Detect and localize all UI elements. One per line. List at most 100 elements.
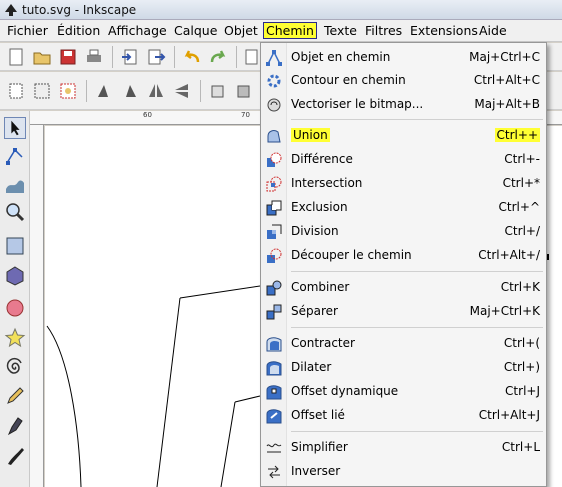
menu-item-exclusion[interactable]: Exclusion Ctrl+^ — [261, 197, 546, 219]
combine-icon — [266, 280, 282, 296]
menu-texte[interactable]: Texte — [322, 23, 359, 40]
menu-item-shortcut: Ctrl++ — [494, 128, 540, 142]
import-icon[interactable] — [120, 47, 140, 67]
menu-item-label: Intersection — [291, 176, 363, 190]
menu-aide[interactable]: Aide — [477, 23, 509, 40]
toolbar-separator — [174, 46, 175, 68]
select-all-icon[interactable] — [6, 81, 26, 101]
menu-chemin[interactable]: Chemin — [263, 22, 317, 39]
spiral-tool-icon[interactable] — [4, 357, 26, 379]
selector-tool-icon[interactable] — [4, 117, 26, 139]
menu-separator — [291, 327, 543, 328]
menu-fichier[interactable]: Fichier — [5, 23, 50, 40]
menu-item-label: Objet en chemin — [291, 50, 391, 64]
menu-item-label: Contracter — [291, 336, 355, 350]
menu-item-label: Division — [291, 224, 339, 238]
break-apart-icon — [266, 304, 282, 320]
star-tool-icon[interactable] — [4, 327, 26, 349]
title-bar: tuto.svg - Inkscape — [0, 0, 562, 20]
menu-item-division[interactable]: Division Ctrl+/ — [261, 221, 546, 243]
inkscape-logo-icon — [5, 4, 17, 16]
raise-icon[interactable] — [208, 81, 228, 101]
menu-separator — [291, 431, 543, 432]
menu-item-label: Différence — [291, 152, 353, 166]
menu-calque[interactable]: Calque — [172, 23, 219, 40]
chemin-menu: Objet en chemin Maj+Ctrl+C Contour en ch… — [260, 42, 547, 487]
select-all-layers-icon[interactable] — [32, 81, 52, 101]
save-icon[interactable] — [58, 47, 78, 67]
menu-item-shortcut: Ctrl+/ — [504, 224, 540, 238]
toolbox — [0, 111, 30, 487]
3d-box-tool-icon[interactable] — [4, 265, 26, 287]
print-icon[interactable] — [84, 47, 104, 67]
tweak-tool-icon[interactable] — [4, 173, 26, 195]
node-tool-icon[interactable] — [4, 145, 26, 167]
open-folder-icon[interactable] — [32, 47, 52, 67]
menu-item-shortcut: Maj+Ctrl+K — [469, 304, 540, 318]
ruler-mark-70: 70 — [241, 111, 250, 119]
menu-item-intersection[interactable]: Intersection Ctrl+* — [261, 173, 546, 195]
menu-item-shortcut: Ctrl+Alt+J — [478, 408, 540, 422]
vertical-ruler — [30, 125, 44, 487]
new-document-icon[interactable] — [6, 47, 26, 67]
undo-icon[interactable] — [182, 47, 202, 67]
export-icon[interactable] — [146, 47, 166, 67]
menu-extensions[interactable]: Extensions — [408, 23, 480, 40]
linked-offset-icon — [266, 409, 282, 424]
menu-item-offset-lie[interactable]: Offset lié Ctrl+Alt+J — [261, 405, 546, 427]
menu-edition[interactable]: Édition — [55, 23, 102, 40]
menu-item-label: Combiner — [291, 280, 350, 294]
division-icon — [267, 224, 282, 239]
menu-item-contracter[interactable]: Contracter Ctrl+( — [261, 333, 546, 355]
menu-item-label: Séparer — [291, 304, 338, 318]
menu-item-shortcut: Ctrl+Alt+/ — [478, 248, 540, 262]
menu-filtres[interactable]: Filtres — [363, 23, 404, 40]
menu-item-shortcut: Ctrl+* — [502, 176, 540, 190]
menu-item-shortcut: Maj+Ctrl+C — [469, 50, 540, 64]
menu-item-label: Union — [291, 128, 330, 142]
menu-item-label: Exclusion — [291, 200, 348, 214]
rectangle-tool-icon[interactable] — [4, 235, 26, 257]
menu-item-shortcut: Ctrl+- — [504, 152, 540, 166]
redo-icon[interactable] — [208, 47, 228, 67]
menu-item-shortcut: Maj+Alt+B — [474, 97, 540, 111]
menu-item-dilater[interactable]: Dilater Ctrl+) — [261, 357, 546, 379]
menu-affichage[interactable]: Affichage — [106, 23, 169, 40]
menu-item-inverser[interactable]: Inverser — [261, 461, 546, 483]
menu-item-decouper-le-chemin[interactable]: Découper le chemin Ctrl+Alt+/ — [261, 245, 546, 267]
calligraphy-tool-icon[interactable] — [4, 445, 26, 467]
menu-item-shortcut: Ctrl+( — [503, 336, 540, 350]
toolbar-separator — [112, 46, 113, 68]
menu-item-label: Offset lié — [291, 408, 345, 422]
ellipse-tool-icon[interactable] — [4, 297, 26, 319]
rotate-ccw-icon[interactable] — [94, 81, 114, 101]
menu-item-objet-en-chemin[interactable]: Objet en chemin Maj+Ctrl+C — [261, 47, 546, 69]
toolbar-separator — [86, 80, 87, 102]
flip-horizontal-icon[interactable] — [146, 81, 166, 101]
pen-tool-icon[interactable] — [4, 415, 26, 437]
simplify-icon — [266, 443, 282, 453]
lower-icon[interactable] — [234, 81, 254, 101]
menu-item-shortcut: Ctrl+K — [500, 280, 540, 294]
pencil-tool-icon[interactable] — [4, 385, 26, 407]
rotate-cw-icon[interactable] — [120, 81, 140, 101]
menu-objet[interactable]: Objet — [222, 23, 260, 40]
reverse-icon — [268, 465, 280, 479]
deselect-icon[interactable] — [58, 81, 78, 101]
menu-item-label: Vectoriser le bitmap... — [291, 97, 424, 111]
flip-vertical-icon[interactable] — [172, 81, 192, 101]
window-title: tuto.svg - Inkscape — [22, 3, 137, 17]
zoom-tool-icon[interactable] — [4, 201, 26, 223]
menu-item-shortcut: Ctrl+) — [503, 360, 540, 374]
menu-item-offset-dynamique[interactable]: Offset dynamique Ctrl+J — [261, 381, 546, 403]
menu-item-difference[interactable]: Différence Ctrl+- — [261, 149, 546, 171]
menu-item-contour-en-chemin[interactable]: Contour en chemin Ctrl+Alt+C — [261, 70, 546, 92]
menu-item-vectoriser-le-bitmap[interactable]: Vectoriser le bitmap... Maj+Alt+B — [261, 94, 546, 116]
menu-item-simplifier[interactable]: Simplifier Ctrl+L — [261, 437, 546, 459]
menu-item-separer[interactable]: Séparer Maj+Ctrl+K — [261, 301, 546, 323]
menu-item-combiner[interactable]: Combiner Ctrl+K — [261, 277, 546, 299]
toolbar-separator — [236, 46, 237, 68]
copy-icon[interactable] — [242, 47, 262, 67]
menu-item-label: Découper le chemin — [291, 248, 412, 262]
menu-item-union[interactable]: Union Ctrl++ — [261, 125, 546, 147]
